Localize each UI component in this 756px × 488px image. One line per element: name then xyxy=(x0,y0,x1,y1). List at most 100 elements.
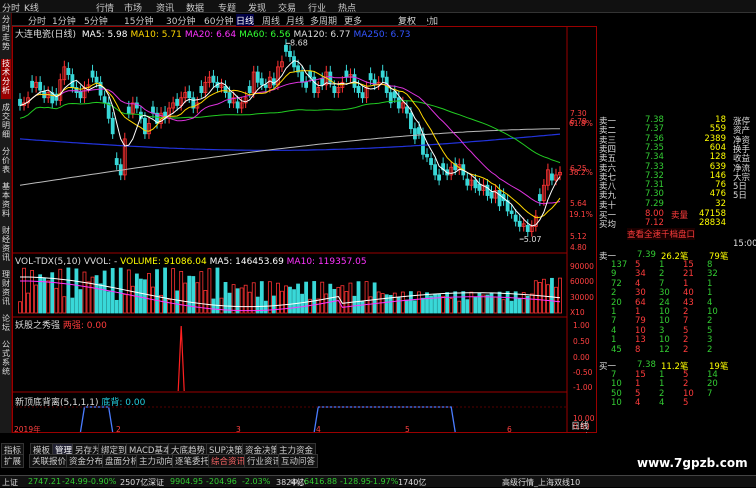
info-tab[interactable]: 互动问答 xyxy=(278,454,319,468)
left-tab[interactable]: 分价表 xyxy=(1,147,11,178)
volume-bar xyxy=(400,291,405,314)
volume-bar xyxy=(223,282,228,314)
volume-bar xyxy=(509,300,514,314)
volume-bar xyxy=(392,292,397,314)
ind1-axis-label: 0.50 xyxy=(573,337,590,346)
left-tab[interactable]: 分时走势 xyxy=(1,15,11,55)
left-tab[interactable]: 技术分析 xyxy=(1,59,11,99)
ind1-value: 两强: 0.00 xyxy=(62,321,107,331)
volume-bar xyxy=(263,300,268,314)
left-strip: 分时走势技术分析成交明细分价表基本资料财经资讯理财资讯论坛公式系统 xyxy=(0,13,12,463)
date-axis-label: 3 xyxy=(236,425,241,433)
volume-bar xyxy=(537,282,542,314)
candle xyxy=(537,194,542,202)
left-tab[interactable]: 基本资料 xyxy=(1,182,11,222)
status-item: -128.95 xyxy=(340,477,371,486)
info-tab[interactable]: 扩展 xyxy=(1,454,25,468)
volume-bar xyxy=(364,281,369,314)
orderbook-qty: 28834 xyxy=(698,218,726,228)
tick-cell: 8 xyxy=(635,344,641,355)
tick-header: 7.38 xyxy=(637,360,656,370)
left-tab[interactable]: 公式系统 xyxy=(1,340,11,380)
volume-bar xyxy=(360,301,365,314)
candle xyxy=(78,91,83,99)
volume-bar xyxy=(183,282,188,314)
info-tab[interactable]: 主力动向 xyxy=(136,454,177,468)
ma-label: MA20: 6.64 xyxy=(184,30,237,40)
ma-label: MA120: 6.77 xyxy=(293,30,351,40)
price-axis-label: 5.12 xyxy=(570,232,587,241)
price-axis-label: 4.80 xyxy=(570,243,587,252)
info-tab[interactable]: 资金分布 xyxy=(66,454,107,468)
candle xyxy=(66,68,71,75)
candle xyxy=(90,70,95,78)
candle xyxy=(102,96,107,104)
volume-bar xyxy=(126,269,131,314)
fib-label: 19.1% xyxy=(569,210,593,219)
volume-bar xyxy=(445,292,450,314)
ind1-axis-label: -0.50 xyxy=(573,368,593,377)
candle xyxy=(396,97,401,109)
period-bar: 分时 1分钟 5分钟 15分钟 30分钟 60分钟 日线 周线 月线 多周期 更多 复权 xyxy=(12,13,427,27)
volume-bar xyxy=(110,268,115,314)
ind1-axis-label: -1.00 xyxy=(573,383,593,392)
volume-bar xyxy=(102,270,107,314)
ind1-title: 妖股之秀强 xyxy=(15,321,61,331)
info-tab[interactable]: 关联报价 xyxy=(29,454,70,468)
left-tab[interactable]: 论坛 xyxy=(1,314,11,336)
volume-bar xyxy=(26,292,30,314)
volume-bar xyxy=(62,296,67,314)
candle xyxy=(143,117,147,135)
volume-axis-label: 60000 xyxy=(570,277,594,286)
price-axis-label: 5.64 xyxy=(570,199,587,208)
ind2-plateau xyxy=(79,406,114,433)
volume-bar xyxy=(211,298,216,314)
info-tab[interactable]: 逐笔委托 xyxy=(172,454,213,468)
volume-bar xyxy=(352,295,357,314)
candle xyxy=(151,106,155,114)
orderbook-price: 7.12 xyxy=(645,218,664,228)
volume-bar xyxy=(66,267,71,314)
main-title: 大连电瓷(日线) xyxy=(15,30,77,40)
status-item: 高级行情_上海双线10 xyxy=(502,478,581,487)
status-item: 上证 xyxy=(2,478,18,487)
left-tab[interactable]: 理财资讯 xyxy=(1,270,11,310)
volume-bar xyxy=(130,285,135,314)
candle xyxy=(429,158,433,166)
volume-bar xyxy=(421,297,425,314)
left-tab[interactable]: 成交明细 xyxy=(1,103,11,143)
status-item: -1.97% xyxy=(370,477,399,486)
volume-bar xyxy=(243,284,248,314)
volume-bar xyxy=(376,291,381,314)
vol-ma5: MA5: 146453.69 xyxy=(209,257,284,267)
volume-bar xyxy=(493,296,498,314)
volume-bar xyxy=(558,277,562,314)
candle xyxy=(263,84,268,88)
volume-bar xyxy=(138,278,143,314)
volume-bar xyxy=(42,277,47,314)
volume-bar xyxy=(143,279,147,314)
volume-legend: VOL-TDX(5,10) VVOL: - VOLUME: 91086.04 M… xyxy=(15,257,367,267)
volume-bar xyxy=(271,295,276,314)
candle xyxy=(271,78,276,86)
volume-bar xyxy=(171,268,176,314)
ma-label: MA10: 5.71 xyxy=(130,30,182,40)
volume-bar xyxy=(489,292,494,314)
full-depth-link[interactable]: 查看全速千档盘口 xyxy=(627,228,696,240)
status-item: 9904.95 xyxy=(170,477,204,486)
left-tab[interactable]: 财经资讯 xyxy=(1,226,11,266)
volume-bar xyxy=(167,299,172,314)
volume-bar xyxy=(356,281,361,314)
candle xyxy=(413,128,417,140)
ind2-value: 底背: 0.00 xyxy=(101,398,146,408)
vvol-label: VVOL: - xyxy=(83,257,118,267)
volume-bar xyxy=(316,298,321,314)
volume-bar xyxy=(485,294,490,314)
volume-bar xyxy=(384,294,389,314)
candle xyxy=(247,86,252,94)
time-label: 15:00 xyxy=(733,239,756,249)
tick-cell: 45 xyxy=(611,344,622,355)
info-tab[interactable]: 综合资讯 xyxy=(208,454,249,468)
volume-bar xyxy=(187,275,192,314)
candle xyxy=(235,101,240,109)
